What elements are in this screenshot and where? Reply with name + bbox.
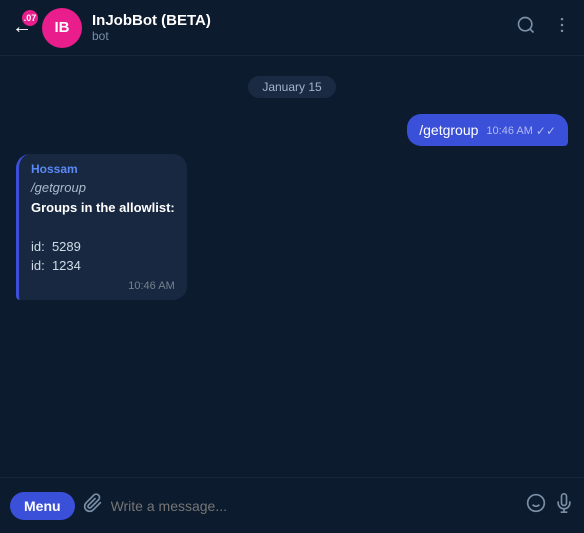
date-separator: January 15: [16, 76, 568, 98]
chat-area: January 15 /getgroup 10:46 AM ✓✓ Hossam …: [0, 56, 584, 477]
chat-header: ← .07 IB InJobBot (BETA) bot: [0, 0, 584, 56]
sender-name: Hossam: [31, 162, 175, 176]
incoming-time: 10:46 AM: [128, 280, 174, 292]
cmd-line: /getgroup: [31, 180, 86, 195]
message-ticks: ✓✓: [536, 124, 556, 138]
id-line-1: id: 5289: [31, 239, 81, 254]
attach-icon[interactable]: [83, 493, 103, 519]
allowlist-header: Groups in the allowlist:: [31, 200, 175, 215]
incoming-message: Hossam /getgroup Groups in the allowlist…: [16, 154, 568, 300]
header-actions: [516, 15, 572, 40]
bot-subtitle: bot: [92, 29, 516, 43]
date-pill: January 15: [248, 76, 335, 98]
id-line-2: id: 1234: [31, 258, 81, 273]
incoming-bubble: Hossam /getgroup Groups in the allowlist…: [16, 154, 187, 300]
incoming-meta: 10:46 AM: [31, 280, 175, 292]
header-info: InJobBot (BETA) bot: [92, 12, 516, 43]
back-button[interactable]: ← .07: [12, 16, 32, 39]
avatar: IB: [42, 8, 82, 48]
message-meta: 10:46 AM ✓✓: [486, 124, 556, 138]
unread-badge: .07: [22, 10, 38, 26]
menu-button[interactable]: Menu: [10, 492, 75, 520]
message-input[interactable]: [111, 498, 518, 514]
search-icon[interactable]: [516, 15, 536, 40]
mic-icon[interactable]: [554, 493, 574, 519]
emoji-icon[interactable]: [526, 493, 546, 519]
message-time: 10:46 AM: [486, 125, 532, 137]
outgoing-text: /getgroup: [419, 122, 478, 138]
more-options-icon[interactable]: [552, 15, 572, 40]
outgoing-bubble: /getgroup 10:46 AM ✓✓: [407, 114, 568, 146]
outgoing-message: /getgroup 10:46 AM ✓✓: [16, 114, 568, 146]
bot-name: InJobBot (BETA): [92, 12, 516, 29]
input-bar: Menu: [0, 477, 584, 533]
incoming-text: /getgroup Groups in the allowlist: id: 5…: [31, 178, 175, 276]
